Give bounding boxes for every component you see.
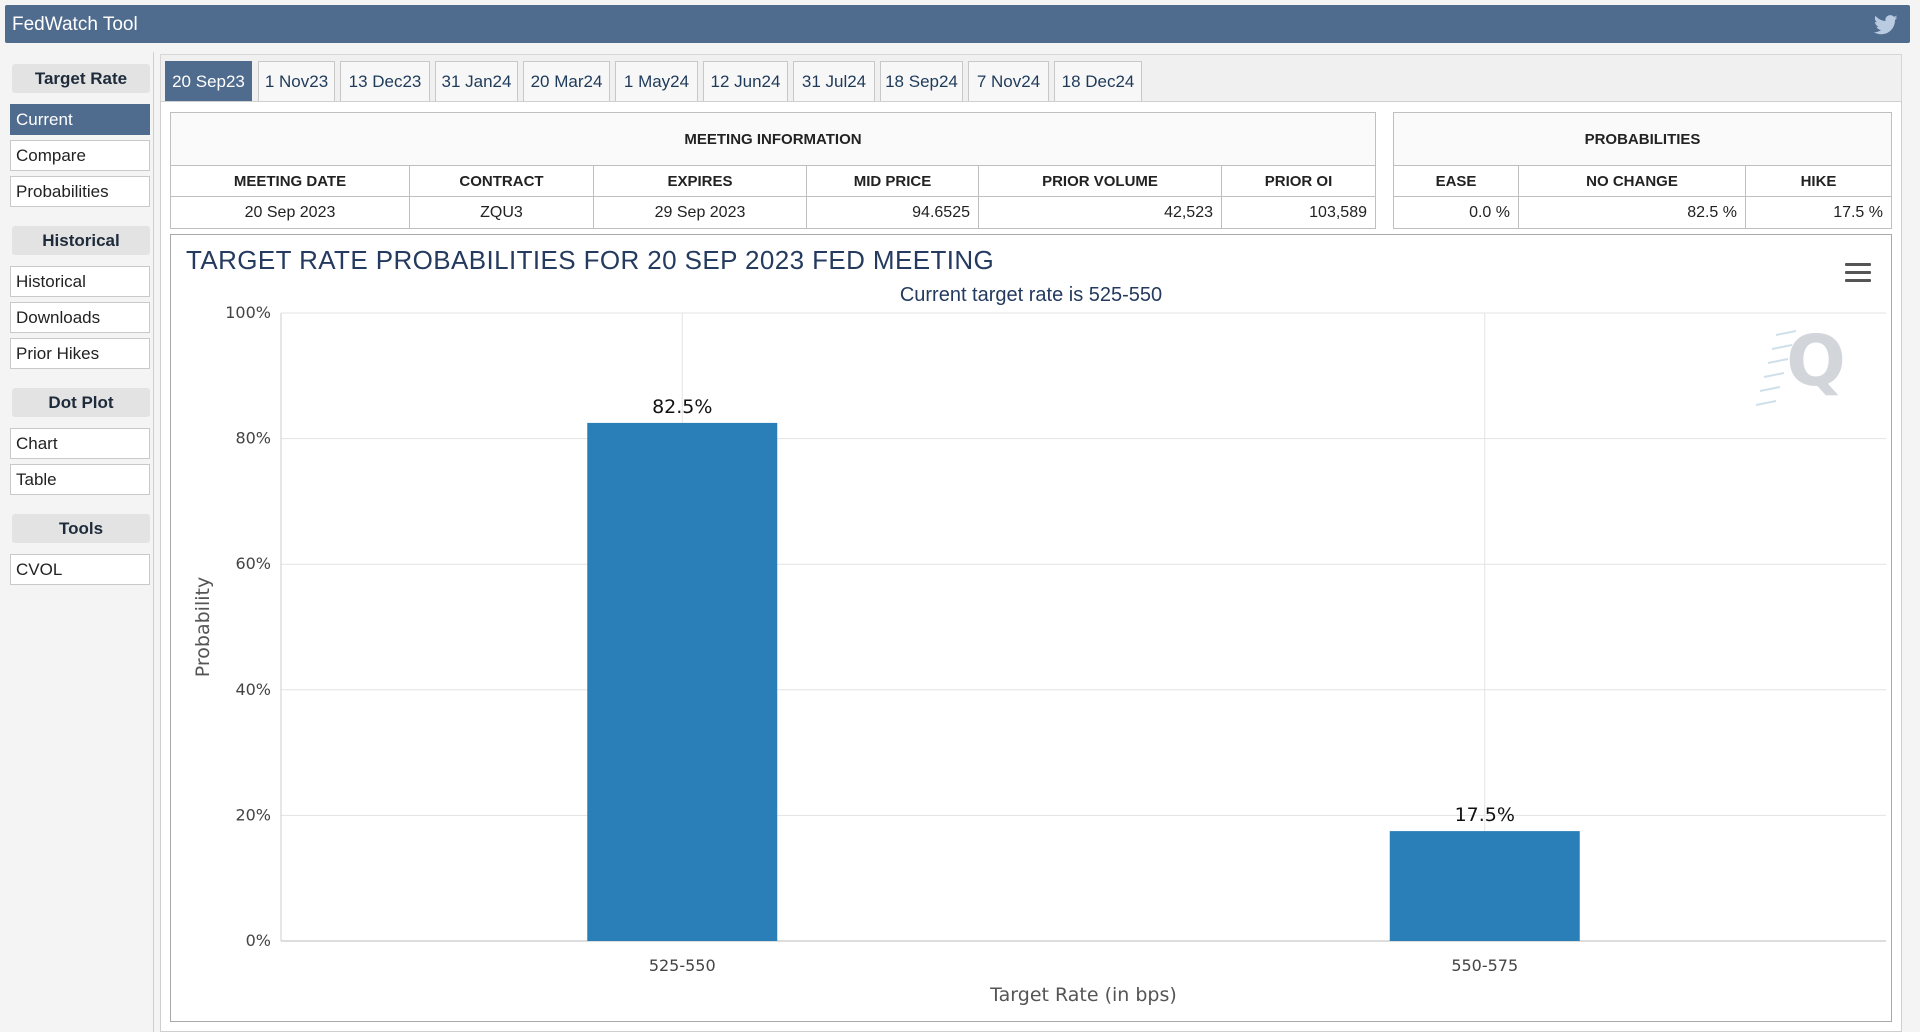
sidebar-item-chart[interactable]: Chart <box>10 428 150 459</box>
bar-550-575 <box>1389 831 1580 941</box>
y-tick-label: 40% <box>235 680 271 699</box>
x-axis-title: Target Rate (in bps) <box>989 984 1177 1006</box>
sidebar-heading-historical: Historical <box>12 226 150 255</box>
sidebar-item-compare[interactable]: Compare <box>10 140 150 171</box>
tab-31-jan24[interactable]: 31 Jan24 <box>435 61 518 101</box>
tab-12-jun24[interactable]: 12 Jun24 <box>703 61 788 101</box>
y-tick-label: 0% <box>246 931 271 950</box>
tab-1-may24[interactable]: 1 May24 <box>615 61 698 101</box>
bar-525-550 <box>587 422 778 941</box>
tab-13-dec23[interactable]: 13 Dec23 <box>340 61 430 101</box>
twitter-icon[interactable] <box>1874 14 1898 36</box>
y-tick-label: 60% <box>235 554 271 573</box>
y-tick-label: 20% <box>235 805 271 824</box>
watermark-stroke <box>1755 400 1777 406</box>
col-meeting-date: MEETING DATE <box>170 165 410 197</box>
x-tick-label: 525-550 <box>649 956 716 975</box>
app-header-bar: FedWatch Tool <box>5 5 1910 43</box>
sidebar-item-probabilities[interactable]: Probabilities <box>10 176 150 207</box>
tab-7-nov24[interactable]: 7 Nov24 <box>968 61 1049 101</box>
probabilities-heading: PROBABILITIES <box>1393 112 1892 166</box>
sidebar-item-downloads[interactable]: Downloads <box>10 302 150 333</box>
sidebar-item-prior-hikes[interactable]: Prior Hikes <box>10 338 150 369</box>
watermark-stroke <box>1759 386 1781 392</box>
meeting-information-heading: MEETING INFORMATION <box>170 112 1376 166</box>
col-prior-oi: PRIOR OI <box>1221 165 1376 197</box>
sidebar-heading-target-rate: Target Rate <box>12 64 150 93</box>
watermark-stroke <box>1763 372 1785 378</box>
probabilities-table: PROBABILITIES EASE NO CHANGE HIKE 0.0 % … <box>1393 112 1892 229</box>
sidebar-item-table[interactable]: Table <box>10 464 150 495</box>
watermark-stroke <box>1767 358 1789 364</box>
col-expires: EXPIRES <box>593 165 807 197</box>
bar-data-label: 82.5% <box>652 396 712 418</box>
bar-chart: 0% 20% 40% 60% 80% 100% 82.5% 525-550 17.5% 550-5… <box>192 303 1886 1006</box>
sidebar-item-historical[interactable]: Historical <box>10 266 150 297</box>
col-hike: HIKE <box>1745 165 1892 197</box>
col-mid-price: MID PRICE <box>806 165 979 197</box>
meeting-date-value: 20 Sep 2023 <box>170 196 410 229</box>
sidebar-heading-tools: Tools <box>12 514 150 543</box>
mid-price-value: 94.6525 <box>806 196 979 229</box>
prior-volume-value: 42,523 <box>978 196 1222 229</box>
content-divider <box>153 52 154 1032</box>
ease-value: 0.0 % <box>1393 196 1519 229</box>
y-tick-label: 100% <box>225 303 271 322</box>
tab-31-jul24[interactable]: 31 Jul24 <box>793 61 875 101</box>
tab-1-nov23[interactable]: 1 Nov23 <box>258 61 335 101</box>
cme-watermark-logo: Q <box>1786 320 1846 402</box>
y-tick-label: 80% <box>235 429 271 448</box>
tab-20-mar24[interactable]: 20 Mar24 <box>523 61 610 101</box>
prior-oi-value: 103,589 <box>1221 196 1376 229</box>
contract-value: ZQU3 <box>409 196 594 229</box>
app-title: FedWatch Tool <box>12 14 138 35</box>
chart-container: TARGET RATE PROBABILITIES FOR 20 SEP 202… <box>170 234 1892 1022</box>
tab-18-dec24[interactable]: 18 Dec24 <box>1054 61 1142 101</box>
sidebar-item-cvol[interactable]: CVOL <box>10 554 150 585</box>
tab-20-sep23[interactable]: 20 Sep23 <box>165 61 252 101</box>
col-ease: EASE <box>1393 165 1519 197</box>
sidebar-heading-dot-plot: Dot Plot <box>12 388 150 417</box>
y-axis-title: Probability <box>192 577 214 677</box>
tab-18-sep24[interactable]: 18 Sep24 <box>880 61 963 101</box>
x-tick-label: 550-575 <box>1451 956 1518 975</box>
col-contract: CONTRACT <box>409 165 594 197</box>
hike-value: 17.5 % <box>1745 196 1892 229</box>
sidebar-item-current[interactable]: Current <box>10 104 150 135</box>
meeting-information-table: MEETING INFORMATION MEETING DATE CONTRAC… <box>170 112 1376 229</box>
bar-data-label: 17.5% <box>1455 804 1515 826</box>
col-prior-volume: PRIOR VOLUME <box>978 165 1222 197</box>
expires-value: 29 Sep 2023 <box>593 196 807 229</box>
no-change-value: 82.5 % <box>1518 196 1746 229</box>
col-no-change: NO CHANGE <box>1518 165 1746 197</box>
